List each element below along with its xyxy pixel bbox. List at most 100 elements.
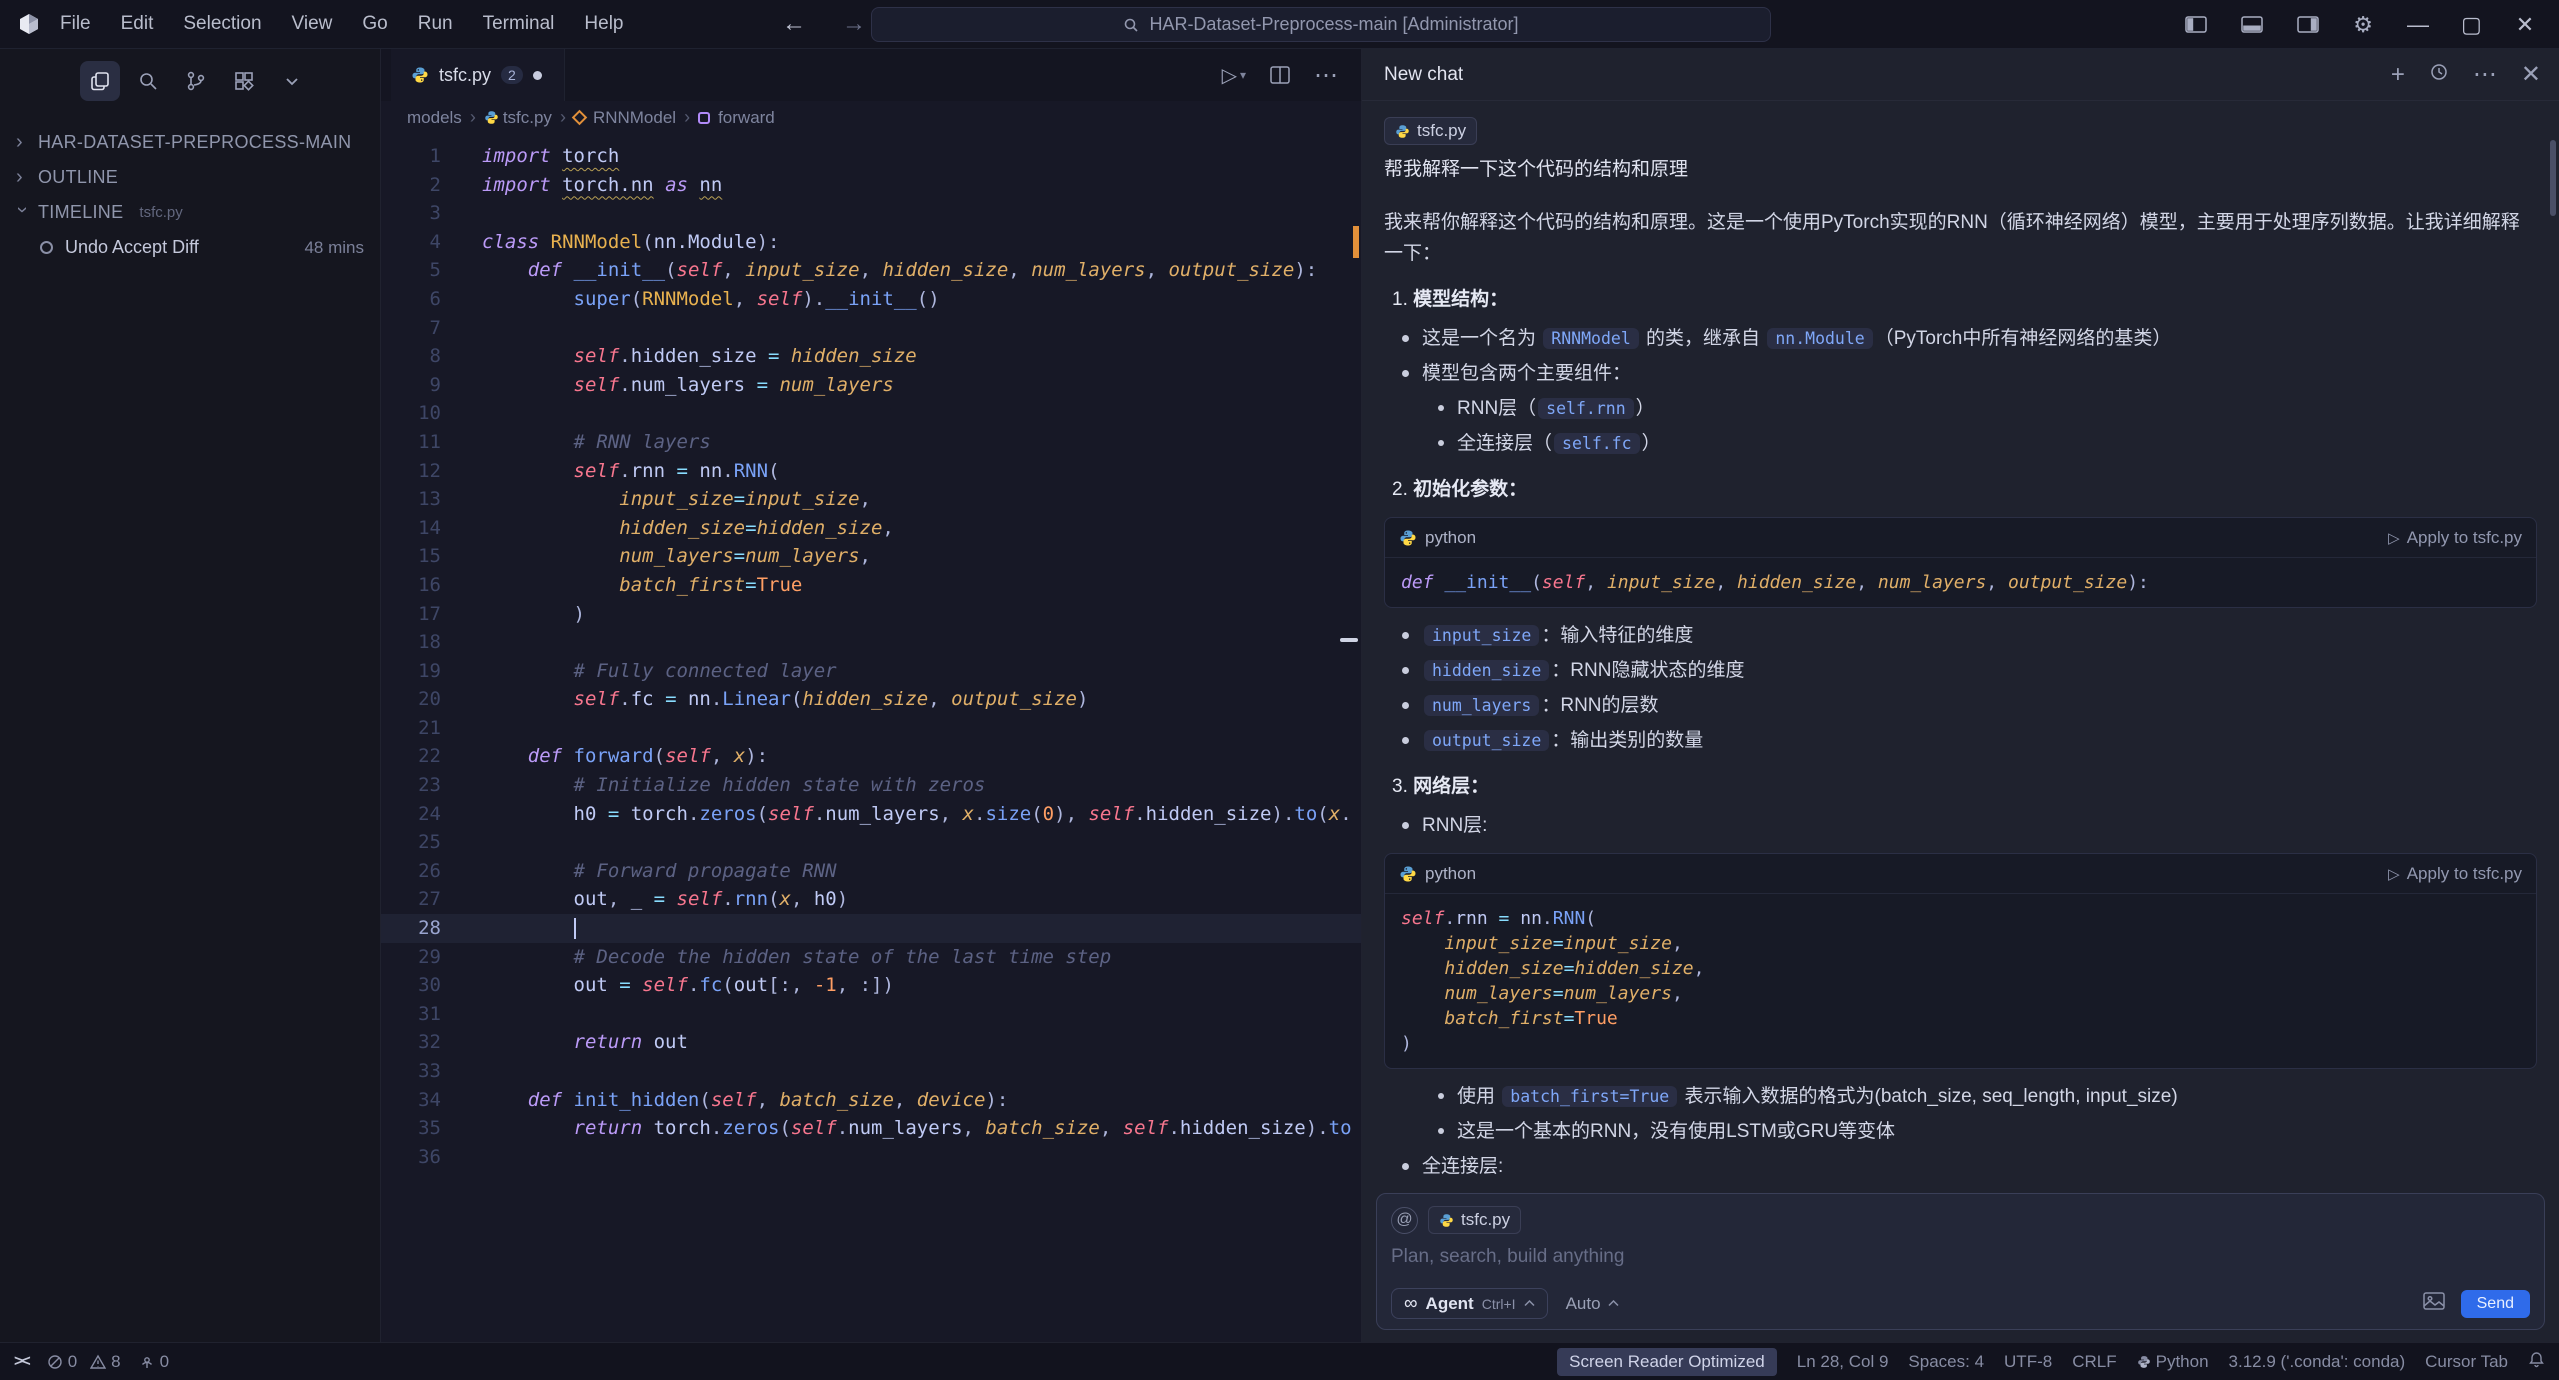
model-selector[interactable]: Auto [1566, 1294, 1619, 1314]
code-line[interactable]: 4class RNNModel(nn.Module): [381, 228, 1361, 257]
minimize-button[interactable]: — [2407, 12, 2427, 38]
remote-indicator-icon[interactable]: >< [14, 1353, 29, 1371]
line-number[interactable]: 9 [381, 371, 441, 400]
code-line[interactable]: 31 [381, 1000, 1361, 1029]
tree-section-project[interactable]: › HAR-DATASET-PREPROCESS-MAIN [0, 125, 380, 160]
close-panel-icon[interactable]: ✕ [2521, 60, 2541, 89]
line-number[interactable]: 18 [381, 628, 441, 657]
cursor-position[interactable]: Ln 28, Col 9 [1797, 1352, 1889, 1372]
line-number[interactable]: 21 [381, 714, 441, 743]
context-chip[interactable]: tsfc.py [1384, 117, 1477, 145]
encoding-setting[interactable]: UTF-8 [2004, 1352, 2052, 1372]
line-number[interactable]: 24 [381, 800, 441, 829]
code-line[interactable]: 15 num_layers=num_layers, [381, 542, 1361, 571]
code-line[interactable]: 29 # Decode the hidden state of the last… [381, 943, 1361, 972]
menu-help[interactable]: Help [584, 13, 623, 35]
send-button[interactable]: Send [2461, 1290, 2530, 1318]
line-number[interactable]: 11 [381, 428, 441, 457]
run-dropdown-icon[interactable]: ▾ [1240, 68, 1246, 82]
line-number[interactable]: 33 [381, 1057, 441, 1086]
code-line[interactable]: 17 ) [381, 600, 1361, 629]
code-line[interactable]: 6 super(RNNModel, self).__init__() [381, 285, 1361, 314]
agent-mode-selector[interactable]: ∞ Agent Ctrl+I [1391, 1288, 1548, 1319]
breadcrumb-class[interactable]: RNNModel [574, 108, 676, 128]
code-line[interactable]: 23 # Initialize hidden state with zeros [381, 771, 1361, 800]
more-options-icon[interactable]: ⋯ [2473, 60, 2497, 89]
code-line[interactable]: 13 input_size=input_size, [381, 485, 1361, 514]
line-number[interactable]: 3 [381, 199, 441, 228]
layout-panel-icon[interactable] [2241, 16, 2263, 33]
forward-icon[interactable]: → [842, 10, 866, 38]
maximize-button[interactable]: ▢ [2461, 12, 2481, 38]
source-control-icon[interactable] [176, 61, 216, 101]
code-line[interactable]: 12 self.rnn = nn.RNN( [381, 457, 1361, 486]
line-number[interactable]: 23 [381, 771, 441, 800]
chat-scrollbar[interactable] [2550, 140, 2556, 216]
code-line[interactable]: 16 batch_first=True [381, 571, 1361, 600]
line-number[interactable]: 19 [381, 657, 441, 686]
menu-file[interactable]: File [60, 13, 91, 35]
chat-prompt-input[interactable] [1391, 1246, 2530, 1268]
menu-terminal[interactable]: Terminal [483, 13, 555, 35]
eol-setting[interactable]: CRLF [2072, 1352, 2116, 1372]
split-editor-icon[interactable] [1270, 66, 1290, 84]
code-line[interactable]: 28 [381, 914, 1361, 943]
line-number[interactable]: 31 [381, 1000, 441, 1029]
mention-icon[interactable]: @ [1391, 1207, 1418, 1234]
menu-view[interactable]: View [292, 13, 333, 35]
breadcrumb-folder[interactable]: models [407, 108, 462, 128]
python-interpreter[interactable]: 3.12.9 ('.conda': conda) [2229, 1352, 2406, 1372]
language-mode[interactable]: Python [2137, 1352, 2209, 1372]
line-number[interactable]: 7 [381, 314, 441, 343]
line-number[interactable]: 10 [381, 399, 441, 428]
code-line[interactable]: 10 [381, 399, 1361, 428]
line-number[interactable]: 15 [381, 542, 441, 571]
code-line[interactable]: 2import torch.nn as nn [381, 171, 1361, 200]
line-number[interactable]: 17 [381, 600, 441, 629]
line-number[interactable]: 36 [381, 1143, 441, 1172]
line-number[interactable]: 28 [381, 914, 441, 943]
line-number[interactable]: 26 [381, 857, 441, 886]
code-line[interactable]: 25 [381, 828, 1361, 857]
code-line[interactable]: 19 # Fully connected layer [381, 657, 1361, 686]
search-sidebar-icon[interactable] [128, 61, 168, 101]
layout-sidebar-right-icon[interactable] [2297, 16, 2319, 33]
tree-section-outline[interactable]: › OUTLINE [0, 160, 380, 195]
apply-button[interactable]: ▷Apply to tsfc.py [2388, 864, 2522, 884]
tree-section-timeline[interactable]: › TIMELINE tsfc.py [0, 195, 380, 230]
line-number[interactable]: 5 [381, 256, 441, 285]
more-actions-icon[interactable]: ⋯ [1314, 61, 1339, 90]
line-number[interactable]: 8 [381, 342, 441, 371]
chat-messages[interactable]: tsfc.py 帮我解释一下这个代码的结构和原理 我来帮你解释这个代码的结构和原… [1362, 101, 2559, 1193]
line-number[interactable]: 20 [381, 685, 441, 714]
apply-button[interactable]: ▷Apply to tsfc.py [2388, 528, 2522, 548]
code-line[interactable]: 21 [381, 714, 1361, 743]
line-number[interactable]: 27 [381, 885, 441, 914]
close-window-button[interactable]: ✕ [2515, 12, 2535, 38]
code-line[interactable]: 36 [381, 1143, 1361, 1172]
ports-indicator[interactable]: 0 [139, 1352, 169, 1372]
code-line[interactable]: 8 self.hidden_size = hidden_size [381, 342, 1361, 371]
code-line[interactable]: 9 self.num_layers = num_layers [381, 371, 1361, 400]
line-number[interactable]: 12 [381, 457, 441, 486]
code-line[interactable]: 34 def init_hidden(self, batch_size, dev… [381, 1086, 1361, 1115]
code-line[interactable]: 24 h0 = torch.zeros(self.num_layers, x.s… [381, 800, 1361, 829]
extensions-icon[interactable] [224, 61, 264, 101]
run-button[interactable]: ▷▾ [1222, 63, 1246, 88]
code-line[interactable]: 20 self.fc = nn.Linear(hidden_size, outp… [381, 685, 1361, 714]
line-number[interactable]: 22 [381, 742, 441, 771]
attach-image-icon[interactable] [2423, 1292, 2445, 1315]
cursor-tab-toggle[interactable]: Cursor Tab [2425, 1352, 2508, 1372]
line-number[interactable]: 16 [381, 571, 441, 600]
code-line[interactable]: 27 out, _ = self.rnn(x, h0) [381, 885, 1361, 914]
line-number[interactable]: 35 [381, 1114, 441, 1143]
scrollbar-marker[interactable] [1340, 638, 1358, 642]
code-line[interactable]: 7 [381, 314, 1361, 343]
code-line[interactable]: 22 def forward(self, x): [381, 742, 1361, 771]
code-line[interactable]: 18 [381, 628, 1361, 657]
code-line[interactable]: 1import torch [381, 142, 1361, 171]
modified-dot-icon[interactable] [533, 71, 542, 80]
line-number[interactable]: 30 [381, 971, 441, 1000]
line-number[interactable]: 2 [381, 171, 441, 200]
new-chat-icon[interactable]: + [2391, 61, 2405, 89]
